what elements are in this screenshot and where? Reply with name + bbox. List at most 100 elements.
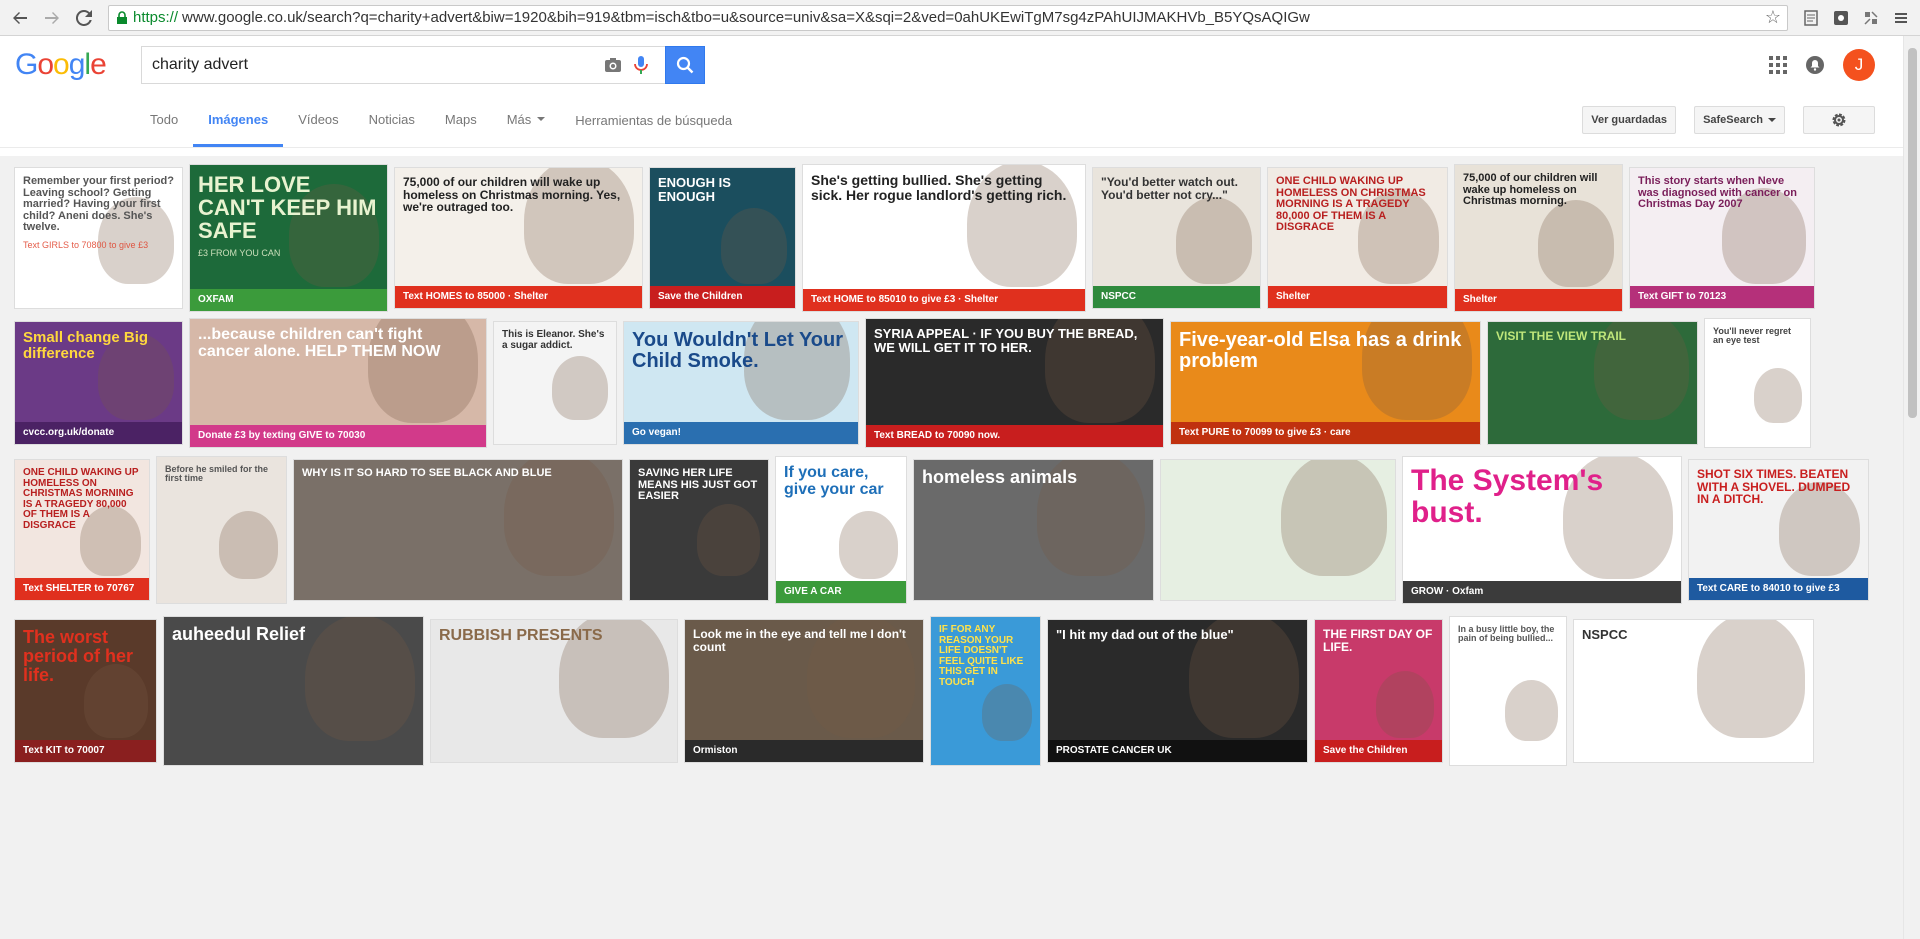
back-button[interactable] [6, 4, 34, 32]
image-banner: Save the Children [650, 286, 795, 308]
search-button[interactable] [665, 46, 705, 84]
scrollbar-thumb[interactable] [1908, 48, 1917, 418]
camera-icon[interactable] [599, 51, 627, 79]
tab-all[interactable]: Todo [135, 94, 193, 147]
search-form: charity advert [141, 46, 705, 84]
forward-button[interactable] [38, 4, 66, 32]
image-result[interactable]: ENOUGH IS ENOUGH Save the Children [649, 167, 796, 309]
image-headline: WHY IS IT SO HARD TO SEE BLACK AND BLUE [302, 467, 552, 479]
extension-shield-icon[interactable] [1828, 5, 1854, 31]
image-result[interactable]: She's getting bullied. She's getting sic… [802, 164, 1086, 312]
search-icon [676, 56, 694, 74]
image-result[interactable]: In a busy little boy, the pain of being … [1449, 616, 1567, 766]
tab-news[interactable]: Noticias [354, 94, 430, 147]
image-result[interactable]: ...because children can't fight cancer a… [189, 318, 487, 448]
image-result[interactable]: This story starts when Neve was diagnose… [1629, 167, 1815, 309]
image-subject [982, 683, 1032, 741]
bookmark-star-icon[interactable]: ☆ [1765, 7, 1781, 28]
image-banner: GIVE A CAR [776, 581, 906, 603]
image-result[interactable]: VISIT THE VIEW TRAIL [1487, 321, 1698, 445]
image-result[interactable]: auheedul Relief [163, 616, 424, 766]
image-result[interactable]: "I hit my dad out of the blue" PROSTATE C… [1047, 619, 1308, 763]
image-headline: You'll never regret an eye test [1713, 326, 1791, 346]
image-result[interactable]: HER LOVE CAN'T KEEP HIM SAFE £3 FROM YOU … [189, 164, 388, 312]
image-subject [838, 510, 898, 579]
extension-puzzle-icon[interactable] [1858, 5, 1884, 31]
account-avatar[interactable]: J [1843, 49, 1875, 81]
reload-button[interactable] [70, 4, 98, 32]
image-headline: The System's bust. [1411, 464, 1604, 529]
url-text: www.google.co.uk/search?q=charity+advert… [182, 9, 1310, 26]
image-result[interactable]: 75,000 of our children will wake up home… [1454, 164, 1623, 312]
image-result[interactable]: NSPCC [1573, 619, 1814, 763]
saved-images-button[interactable]: Ver guardadas [1582, 106, 1677, 134]
image-result[interactable]: The System's bust. GROW · Oxfam [1402, 456, 1682, 604]
image-result[interactable]: If you care, give your car GIVE A CAR [775, 456, 907, 604]
image-headline: She's getting bullied. She's getting sic… [811, 172, 1067, 203]
image-banner: Shelter [1268, 286, 1447, 308]
image-result[interactable]: THE FIRST DAY OF LIFE. Save the Children [1314, 619, 1443, 763]
image-result[interactable] [1160, 459, 1396, 601]
image-headline: ENOUGH IS ENOUGH [658, 175, 731, 204]
image-headline: ONE CHILD WAKING UP HOMELESS ON CHRISTMA… [1276, 175, 1426, 234]
header-actions: J [1769, 49, 1905, 81]
image-result[interactable]: homeless animals [913, 459, 1154, 601]
chrome-menu-icon[interactable] [1888, 5, 1914, 31]
google-header: Google charity advert J [0, 36, 1920, 94]
search-input[interactable]: charity advert [141, 46, 665, 84]
image-result[interactable]: 75,000 of our children will wake up home… [394, 167, 643, 309]
settings-button[interactable] [1803, 106, 1875, 134]
image-result[interactable]: Remember your first period? Leaving scho… [14, 167, 183, 309]
image-result[interactable]: SYRIA APPEAL · IF YOU BUY THE BREAD, WE … [865, 318, 1164, 448]
microphone-icon[interactable] [627, 51, 655, 79]
image-result[interactable]: IF FOR ANY REASON YOUR LIFE DOESN'T FEEL… [930, 616, 1041, 766]
image-result[interactable]: Look me in the eye and tell me I don't c… [684, 619, 924, 763]
image-headline: VISIT THE VIEW TRAIL [1496, 329, 1627, 343]
apps-grid-icon[interactable] [1769, 56, 1787, 74]
image-result[interactable]: SHOT SIX TIMES. BEATEN WITH A SHOVEL. DU… [1688, 459, 1869, 601]
tab-maps[interactable]: Maps [430, 94, 492, 147]
extension-page-icon[interactable] [1798, 5, 1824, 31]
image-result[interactable]: RUBBISH PRESENTS [430, 619, 678, 763]
image-banner: Text GIFT to 70123 [1630, 286, 1814, 308]
image-result[interactable]: ONE CHILD WAKING UP HOMELESS ON CHRISTMA… [1267, 167, 1448, 309]
image-banner: GROW · Oxfam [1403, 581, 1681, 603]
image-result[interactable]: "You'd better watch out. You'd better no… [1092, 167, 1261, 309]
tab-videos[interactable]: Vídeos [283, 94, 353, 147]
image-result[interactable]: You Wouldn't Let Your Child Smoke. Go veg… [623, 321, 859, 445]
reload-icon [76, 9, 92, 26]
google-logo[interactable]: Google [15, 48, 127, 82]
back-arrow-icon [13, 11, 27, 24]
logo-letter: g [68, 48, 86, 81]
image-headline: Five-year-old Elsa has a drink problem [1179, 329, 1462, 372]
image-headline: ...because children can't fight cancer a… [198, 326, 441, 360]
image-banner: Shelter [1455, 289, 1622, 311]
page-scrollbar[interactable] [1903, 36, 1920, 939]
safesearch-button[interactable]: SafeSearch [1694, 106, 1785, 134]
image-result[interactable]: The worst period of her life. Text KIT to… [14, 619, 157, 763]
image-row: Small change Big difference cvcc.org.uk/d… [14, 318, 1811, 448]
image-subject [219, 511, 278, 579]
image-result[interactable]: WHY IS IT SO HARD TO SEE BLACK AND BLUE [293, 459, 623, 601]
search-tools-button[interactable]: Herramientas de búsqueda [560, 94, 747, 147]
image-result[interactable]: Five-year-old Elsa has a drink problem Te… [1170, 321, 1481, 445]
image-result[interactable]: ONE CHILD WAKING UP HOMELESS ON CHRISTMA… [14, 459, 150, 601]
image-headline: SHOT SIX TIMES. BEATEN WITH A SHOVEL. DU… [1697, 467, 1851, 507]
image-result[interactable]: SAVING HER LIFE MEANS HIS JUST GOT EASIE… [629, 459, 769, 601]
image-headline: SYRIA APPEAL · IF YOU BUY THE BREAD, WE … [874, 326, 1138, 355]
image-subject [1753, 367, 1802, 423]
image-headline: NSPCC [1582, 627, 1628, 642]
address-bar[interactable]: https://www.google.co.uk/search?q=charit… [108, 4, 1788, 31]
image-headline: The worst period of her life. [23, 627, 134, 685]
image-result[interactable]: You'll never regret an eye test [1704, 318, 1811, 448]
image-banner: Ormiston [685, 740, 923, 762]
image-caption: Text GIRLS to 70800 to give £3 [23, 239, 149, 250]
image-headline: Look me in the eye and tell me I don't c… [693, 627, 906, 654]
notifications-icon[interactable] [1805, 55, 1825, 75]
image-result[interactable]: This is Eleanor. She's a sugar addict. [493, 321, 617, 445]
tab-images[interactable]: Imágenes [193, 94, 284, 147]
image-result[interactable]: Before he smiled for the first time [156, 456, 287, 604]
tab-more[interactable]: Más [492, 94, 561, 147]
image-result[interactable]: Small change Big difference cvcc.org.uk/d… [14, 321, 183, 445]
image-headline: Small change Big difference [23, 329, 149, 362]
